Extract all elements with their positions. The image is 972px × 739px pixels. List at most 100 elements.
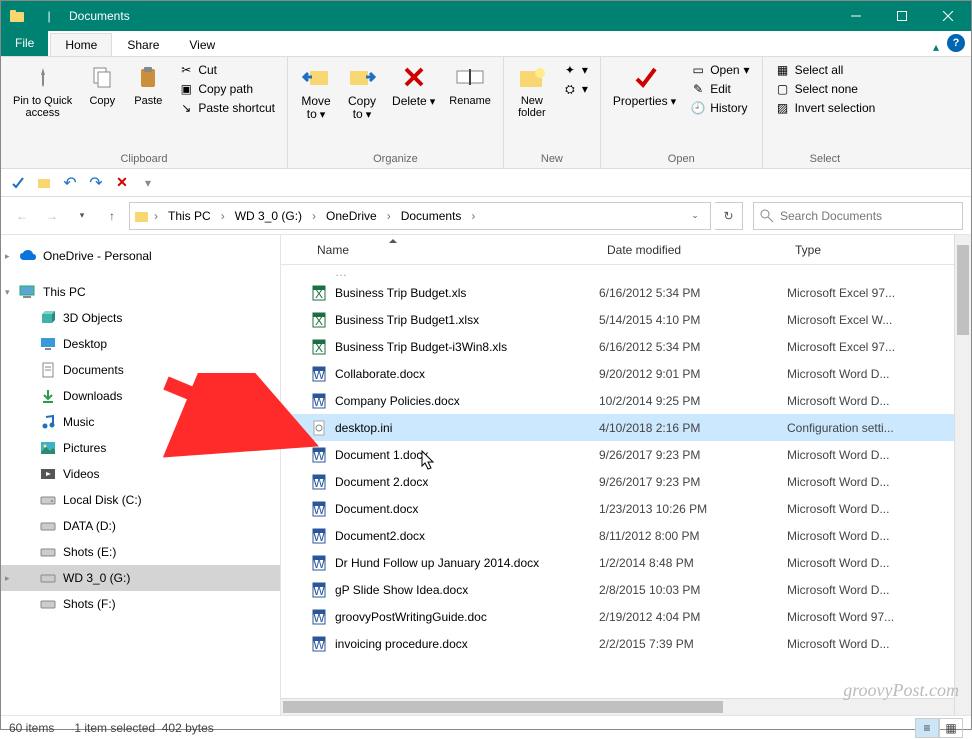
qat-folder[interactable]	[33, 172, 55, 194]
edit-button[interactable]: ✎Edit	[686, 80, 753, 98]
invert-selection-button[interactable]: ▨Invert selection	[771, 99, 880, 117]
address-bar[interactable]: › This PC › WD 3_0 (G:) › OneDrive › Doc…	[129, 202, 711, 230]
sidebar-item[interactable]: DATA (D:)	[1, 513, 280, 539]
table-row[interactable]: WgP Slide Show Idea.docx2/8/2015 10:03 P…	[281, 576, 971, 603]
sidebar-thispc[interactable]: ▾ This PC	[1, 279, 280, 305]
table-row[interactable]: XBusiness Trip Budget-i3Win8.xls6/16/201…	[281, 333, 971, 360]
item-icon	[39, 439, 57, 457]
new-item-button[interactable]: ✦▾	[558, 61, 592, 79]
table-row[interactable]: WCollaborate.docx9/20/2012 9:01 PMMicros…	[281, 360, 971, 387]
sidebar-item[interactable]: Shots (E:)	[1, 539, 280, 565]
recent-button[interactable]: ▾	[69, 203, 95, 229]
item-icon	[39, 569, 57, 587]
qat-dropdown[interactable]: ▾	[137, 172, 159, 194]
open-button[interactable]: ▭Open▾	[686, 61, 753, 79]
share-tab[interactable]: Share	[112, 33, 174, 56]
vertical-scrollbar[interactable]	[954, 235, 971, 715]
copy-to-button[interactable]: Copyto ▾	[340, 59, 384, 123]
select-none-button[interactable]: ▢Select none	[771, 80, 880, 98]
file-icon: W	[309, 391, 329, 411]
col-date[interactable]: Date modified	[599, 237, 787, 263]
file-type: Microsoft Excel 97...	[787, 340, 971, 354]
easy-access-button[interactable]: ⛭▾	[558, 80, 592, 98]
table-row[interactable]: WDocument 2.docx9/26/2017 9:23 PMMicroso…	[281, 468, 971, 495]
sidebar-item[interactable]: Pictures	[1, 435, 280, 461]
file-icon: W	[309, 499, 329, 519]
file-list: … XBusiness Trip Budget.xls6/16/2012 5:3…	[281, 265, 971, 711]
paste-button[interactable]: Paste	[126, 59, 170, 109]
qat-delete[interactable]: ✕	[111, 172, 133, 194]
new-folder-button[interactable]: Newfolder	[510, 59, 554, 121]
file-date: 2/19/2012 4:04 PM	[599, 610, 787, 624]
file-name: Document 1.docx	[335, 448, 599, 462]
table-row[interactable]: WgroovyPostWritingGuide.doc2/19/2012 4:0…	[281, 603, 971, 630]
table-row[interactable]: desktop.ini4/10/2018 2:16 PMConfiguratio…	[281, 414, 971, 441]
col-type[interactable]: Type	[787, 237, 971, 263]
sidebar-item[interactable]: 3D Objects	[1, 305, 280, 331]
table-row[interactable]: WCompany Policies.docx10/2/2014 9:25 PMM…	[281, 387, 971, 414]
item-icon	[39, 413, 57, 431]
sidebar-item[interactable]: Desktop	[1, 331, 280, 357]
history-button[interactable]: 🕘History	[686, 99, 753, 117]
table-row[interactable]: XBusiness Trip Budget1.xlsx5/14/2015 4:1…	[281, 306, 971, 333]
icons-view-button[interactable]: ▦	[939, 718, 963, 738]
qat-prop[interactable]	[7, 172, 29, 194]
breadcrumb-3[interactable]: Documents	[395, 205, 468, 227]
breadcrumb-sep[interactable]: ›	[469, 209, 477, 223]
collapse-ribbon[interactable]: ▴	[925, 38, 947, 56]
maximize-button[interactable]	[879, 1, 925, 31]
select-all-button[interactable]: ▦Select all	[771, 61, 880, 79]
table-row[interactable]: WDr Hund Follow up January 2014.docx1/2/…	[281, 549, 971, 576]
paste-shortcut-button[interactable]: ↘Paste shortcut	[174, 99, 279, 117]
cut-button[interactable]: ✂Cut	[174, 61, 279, 79]
svg-text:W: W	[313, 557, 325, 571]
file-tab[interactable]: File	[1, 30, 48, 56]
sidebar-item[interactable]: Downloads	[1, 383, 280, 409]
details-view-button[interactable]: ≡	[915, 718, 939, 738]
main-area: ▸ OneDrive - Personal ▾ This PC 3D Objec…	[1, 235, 971, 715]
breadcrumb-sep[interactable]: ›	[219, 209, 227, 223]
sidebar-item[interactable]: Documents	[1, 357, 280, 383]
pin-to-quick-access-button[interactable]: Pin to Quickaccess	[7, 59, 78, 121]
breadcrumb-sep[interactable]: ›	[152, 209, 160, 223]
copy-path-button[interactable]: ▣Copy path	[174, 80, 279, 98]
sidebar-item[interactable]: Local Disk (C:)	[1, 487, 280, 513]
table-row[interactable]: …	[281, 265, 971, 279]
folder-icon	[132, 207, 150, 225]
breadcrumb-sep[interactable]: ›	[385, 209, 393, 223]
table-row[interactable]: WDocument 1.docx9/26/2017 9:23 PMMicroso…	[281, 441, 971, 468]
search-box[interactable]: Search Documents	[753, 202, 963, 230]
up-button[interactable]: ↑	[99, 203, 125, 229]
qat-redo[interactable]: ↷	[85, 172, 107, 194]
breadcrumb-2[interactable]: OneDrive	[320, 205, 383, 227]
close-button[interactable]	[925, 1, 971, 31]
table-row[interactable]: XBusiness Trip Budget.xls6/16/2012 5:34 …	[281, 279, 971, 306]
properties-button[interactable]: Properties ▾	[607, 59, 682, 110]
sidebar-item[interactable]: Videos	[1, 461, 280, 487]
help-button[interactable]: ?	[947, 34, 965, 52]
breadcrumb-0[interactable]: This PC	[162, 205, 217, 227]
svg-text:W: W	[313, 395, 325, 409]
move-to-button[interactable]: Moveto ▾	[294, 59, 338, 123]
col-name[interactable]: Name	[309, 237, 599, 263]
rename-button[interactable]: Rename	[443, 59, 497, 109]
table-row[interactable]: WDocument.docx1/23/2013 10:26 PMMicrosof…	[281, 495, 971, 522]
breadcrumb-sep[interactable]: ›	[310, 209, 318, 223]
sidebar-item[interactable]: ▸WD 3_0 (G:)	[1, 565, 280, 591]
address-dropdown[interactable]: ⌄	[682, 203, 708, 229]
view-tab[interactable]: View	[174, 33, 230, 56]
delete-button[interactable]: Delete ▾	[386, 59, 441, 110]
breadcrumb-1[interactable]: WD 3_0 (G:)	[229, 205, 308, 227]
back-button[interactable]: ←	[9, 203, 35, 229]
qat-undo[interactable]: ↶	[59, 172, 81, 194]
refresh-button[interactable]: ↻	[715, 202, 743, 230]
copy-button[interactable]: Copy	[80, 59, 124, 109]
table-row[interactable]: WDocument2.docx8/11/2012 8:00 PMMicrosof…	[281, 522, 971, 549]
forward-button[interactable]: →	[39, 203, 65, 229]
sidebar-onedrive[interactable]: ▸ OneDrive - Personal	[1, 243, 280, 269]
table-row[interactable]: Winvoicing procedure.docx2/2/2015 7:39 P…	[281, 630, 971, 657]
sidebar-item[interactable]: Shots (F:)	[1, 591, 280, 617]
sidebar-item[interactable]: Music	[1, 409, 280, 435]
minimize-button[interactable]	[833, 1, 879, 31]
home-tab[interactable]: Home	[50, 33, 112, 56]
